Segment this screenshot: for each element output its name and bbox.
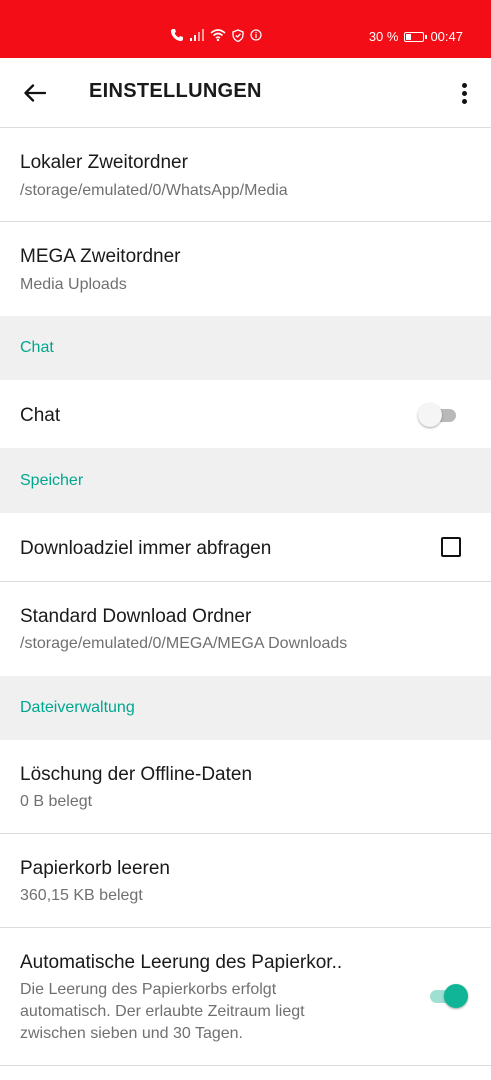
back-button[interactable] [18,76,52,110]
setting-mega-secondary-folder[interactable]: MEGA Zweitordner Media Uploads [0,222,491,316]
setting-title: MEGA Zweitordner [20,246,181,267]
auto-empty-trash-toggle[interactable] [428,984,468,1008]
info-icon [250,29,262,41]
more-options-button[interactable] [451,76,477,110]
setting-default-download-folder[interactable]: Standard Download Ordner /storage/emulat… [0,582,491,676]
app-bar: EINSTELLUNGEN [0,58,491,128]
setting-title: Chat [20,405,61,426]
setting-title: Automatische Leerung des Papierkor.. [20,952,343,973]
section-label: Dateiverwaltung [20,699,135,716]
more-vert-icon [461,82,467,88]
setting-title: Lokaler Zweitordner [20,152,188,173]
setting-description-line-3: zwischen sieben und 30 Tagen. [20,1025,243,1042]
status-icons [170,28,262,42]
section-header-file-management: Dateiverwaltung [0,676,491,740]
call-icon [170,28,184,42]
section-label: Chat [20,339,54,356]
shield-icon [232,28,244,42]
setting-value: Media Uploads [20,276,127,293]
setting-empty-trash[interactable]: Papierkorb leeren 360,15 KB belegt [0,834,491,928]
battery-percent: 30 % [368,29,399,44]
setting-value: /storage/emulated/0/WhatsApp/Media [20,182,288,199]
clock: 00:47 [430,29,463,44]
arrow-left-icon [24,84,46,102]
setting-title: Löschung der Offline-Daten [20,764,253,785]
setting-description-line-1: Die Leerung des Papierkorbs erfolgt [20,981,277,998]
setting-title: Standard Download Ordner [20,606,252,627]
section-header-chat: Chat [0,316,491,380]
chat-toggle[interactable] [418,403,458,427]
setting-title: Papierkorb leeren [20,858,170,879]
always-ask-checkbox[interactable] [441,537,461,557]
wifi-icon [210,29,226,41]
setting-always-ask-download[interactable]: Downloadziel immer abfragen [0,513,491,582]
setting-value: 0 B belegt [20,793,93,810]
setting-description-line-2: automatisch. Der erlaubte Zeitraum liegt [20,1003,305,1020]
section-label: Speicher [20,472,84,489]
status-right: 30 % 00:47 [369,29,463,44]
setting-local-secondary-folder[interactable]: Lokaler Zweitordner /storage/emulated/0/… [0,128,491,222]
battery-icon [404,31,428,42]
page-title: EINSTELLUNGEN [89,80,262,102]
setting-auto-empty-trash[interactable]: Automatische Leerung des Papierkor.. Die… [0,928,491,1066]
setting-chat[interactable]: Chat [0,380,491,448]
setting-value: 360,15 KB belegt [20,887,143,904]
signal-icon [190,29,204,41]
setting-title: Downloadziel immer abfragen [20,538,272,559]
setting-offline-data[interactable]: Löschung der Offline-Daten 0 B belegt [0,740,491,834]
section-header-storage: Speicher [0,448,491,513]
status-bar: 30 % 00:47 [0,0,491,58]
setting-value: /storage/emulated/0/MEGA/MEGA Downloads [20,635,348,652]
